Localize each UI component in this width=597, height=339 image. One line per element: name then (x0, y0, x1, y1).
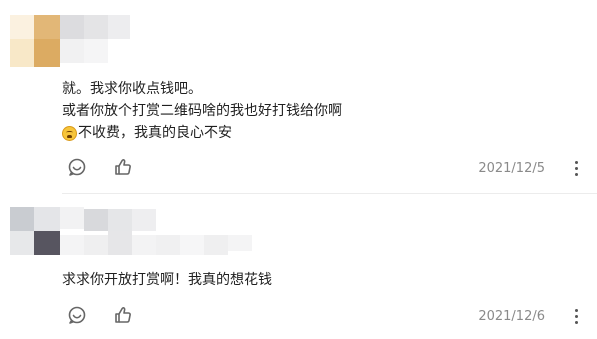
comment-item: 就。我求你收点钱吧。 或者你放个打赏二维码啥的我也好打钱给你啊 不收费，我真的良… (0, 0, 597, 193)
comment-bubble-icon[interactable] (66, 156, 88, 178)
comment-actions (66, 304, 134, 326)
comment-item: 求求你开放打赏啊！我真的想花钱 2021/12/6 (0, 195, 597, 339)
comment-bubble-icon[interactable] (66, 304, 88, 326)
comment-divider (62, 193, 597, 194)
comment-date: 2021/12/5 (478, 161, 545, 176)
thumbs-up-icon[interactable] (112, 156, 134, 178)
comment-line: 不收费，我真的良心不安 (78, 125, 232, 141)
more-vertical-icon[interactable] (569, 306, 583, 326)
comment-line: 或者你放个打赏二维码啥的我也好打钱给你啊 (62, 103, 342, 119)
comment-actions (66, 156, 134, 178)
comment-text: 就。我求你收点钱吧。 或者你放个打赏二维码啥的我也好打钱给你啊 不收费，我真的良… (62, 78, 342, 144)
exhausted-face-emoji-icon (62, 125, 77, 141)
comment-date: 2021/12/6 (478, 309, 545, 324)
thumbs-up-icon[interactable] (112, 304, 134, 326)
comment-text: 求求你开放打赏啊！我真的想花钱 (62, 269, 272, 291)
comment-line: 就。我求你收点钱吧。 (62, 81, 202, 97)
comment-line: 求求你开放打赏啊！我真的想花钱 (62, 272, 272, 288)
more-vertical-icon[interactable] (569, 158, 583, 178)
